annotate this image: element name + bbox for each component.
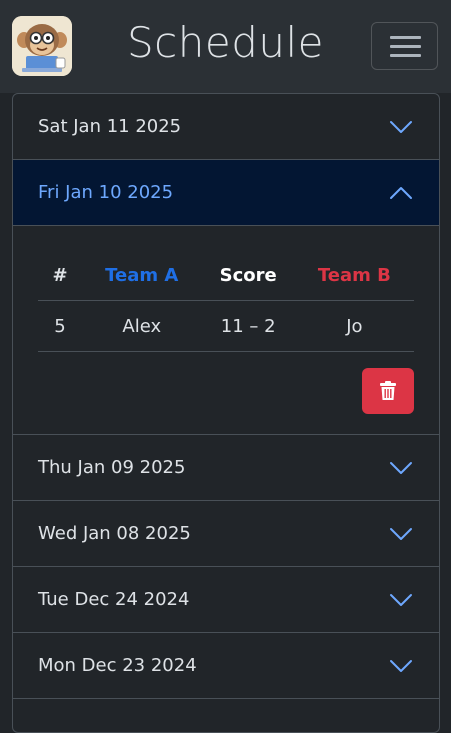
monkey-logo-icon[interactable] <box>12 16 72 76</box>
accordion-header-1[interactable]: Fri Jan 10 2025 <box>13 160 439 226</box>
hamburger-icon <box>390 36 421 39</box>
accordion-date: Mon Dec 23 2024 <box>38 655 197 676</box>
column-header-number: # <box>38 250 82 301</box>
table-row: 5 Alex 11 – 2 Jo <box>38 300 414 352</box>
game-table: # Team A Score Team B 5 Alex 11 – 2 Jo <box>38 250 414 352</box>
column-header-score: Score <box>201 250 295 301</box>
trash-icon <box>380 381 396 400</box>
team-a-player: Alex <box>82 300 202 352</box>
team-b-player: Jo <box>294 300 414 352</box>
chevron-down-icon <box>390 659 412 672</box>
chevron-down-icon <box>390 120 412 133</box>
table-header-row: # Team A Score Team B <box>38 250 414 301</box>
hamburger-icon-bar <box>390 54 421 57</box>
hamburger-icon-bar <box>390 45 421 48</box>
accordion-header-0[interactable]: Sat Jan 11 2025 <box>13 94 439 160</box>
accordion-header-2[interactable]: Thu Jan 09 2025 <box>13 435 439 501</box>
accordion-body-1: # Team A Score Team B 5 Alex 11 – 2 Jo <box>13 226 439 435</box>
navbar: Schedule <box>0 0 451 93</box>
chevron-down-icon <box>390 593 412 606</box>
game-score: 11 – 2 <box>201 300 295 352</box>
accordion-header-3[interactable]: Wed Jan 08 2025 <box>13 501 439 567</box>
schedule-accordion: Sat Jan 11 2025 Fri Jan 10 2025 # Team A… <box>12 93 440 733</box>
accordion-date: Fri Jan 10 2025 <box>38 182 174 203</box>
accordion-date: Thu Jan 09 2025 <box>38 457 186 478</box>
delete-game-button[interactable] <box>362 368 414 414</box>
column-header-team-a: Team A <box>82 250 202 301</box>
chevron-up-icon <box>390 186 412 199</box>
game-number: 5 <box>38 300 82 352</box>
accordion-date: Sat Jan 11 2025 <box>38 116 182 137</box>
chevron-down-icon <box>390 527 412 540</box>
column-header-team-b: Team B <box>294 250 414 301</box>
accordion-header-5[interactable]: Mon Dec 23 2024 <box>13 633 439 699</box>
accordion-header-4[interactable]: Tue Dec 24 2024 <box>13 567 439 633</box>
chevron-down-icon <box>390 461 412 474</box>
menu-toggle-button[interactable] <box>371 22 438 70</box>
accordion-date: Tue Dec 24 2024 <box>38 589 190 610</box>
accordion-date: Wed Jan 08 2025 <box>38 523 191 544</box>
